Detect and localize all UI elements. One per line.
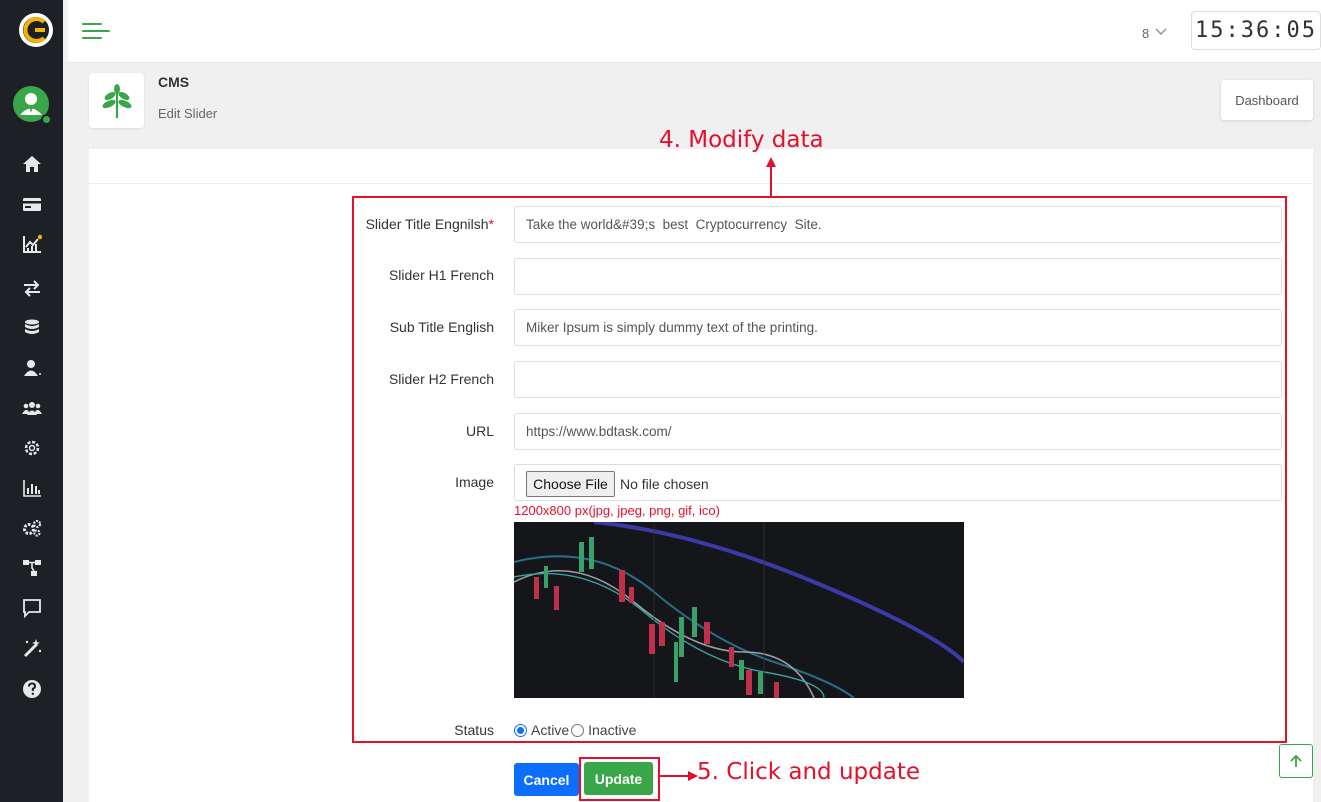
chart-icon[interactable]: [20, 232, 44, 256]
digital-clock: 15:36:05: [1191, 11, 1321, 50]
coins-icon[interactable]: [20, 316, 44, 340]
language-selector[interactable]: 8: [1142, 22, 1167, 41]
page-title: CMS: [158, 74, 190, 90]
user-avatar[interactable]: [13, 86, 52, 125]
menu-toggle-icon[interactable]: [82, 21, 112, 41]
cancel-button[interactable]: Cancel: [514, 763, 579, 796]
bar-chart-icon[interactable]: [20, 476, 44, 500]
help-icon[interactable]: [20, 677, 44, 701]
language-label: 8: [1142, 26, 1150, 41]
user-icon[interactable]: [20, 356, 44, 380]
gears-icon[interactable]: [20, 516, 44, 540]
sidebar: [0, 0, 63, 802]
sitemap-icon[interactable]: [20, 556, 44, 580]
home-icon[interactable]: [20, 152, 44, 176]
gear-icon[interactable]: [20, 436, 44, 460]
users-icon[interactable]: [20, 396, 44, 420]
annotation-arrow-up: [766, 157, 776, 197]
modify-data-highlight: [352, 196, 1287, 743]
online-status-dot: [41, 114, 52, 125]
page-subtitle: Edit Slider: [158, 106, 218, 121]
annotation-step5: 5. Click and update: [697, 759, 920, 785]
scroll-to-top-button[interactable]: [1279, 744, 1313, 778]
card-icon[interactable]: [20, 192, 44, 216]
annotation-arrow-right: [660, 771, 698, 781]
page-header-icon: [89, 73, 144, 128]
dashboard-button[interactable]: Dashboard: [1221, 80, 1313, 120]
chat-icon[interactable]: [20, 596, 44, 620]
annotation-step4: 4. Modify data: [659, 127, 824, 153]
brand-logo[interactable]: [18, 12, 54, 48]
magic-icon[interactable]: [20, 636, 44, 660]
chevron-down-icon: [1155, 28, 1167, 35]
card-header: [89, 149, 1313, 184]
update-button-highlight: [579, 757, 660, 801]
leaf-icon: [102, 83, 131, 118]
arrow-up-icon: [1290, 754, 1302, 767]
top-navbar: 8 15:36:05: [68, 0, 1321, 63]
exchange-icon[interactable]: [20, 276, 44, 300]
